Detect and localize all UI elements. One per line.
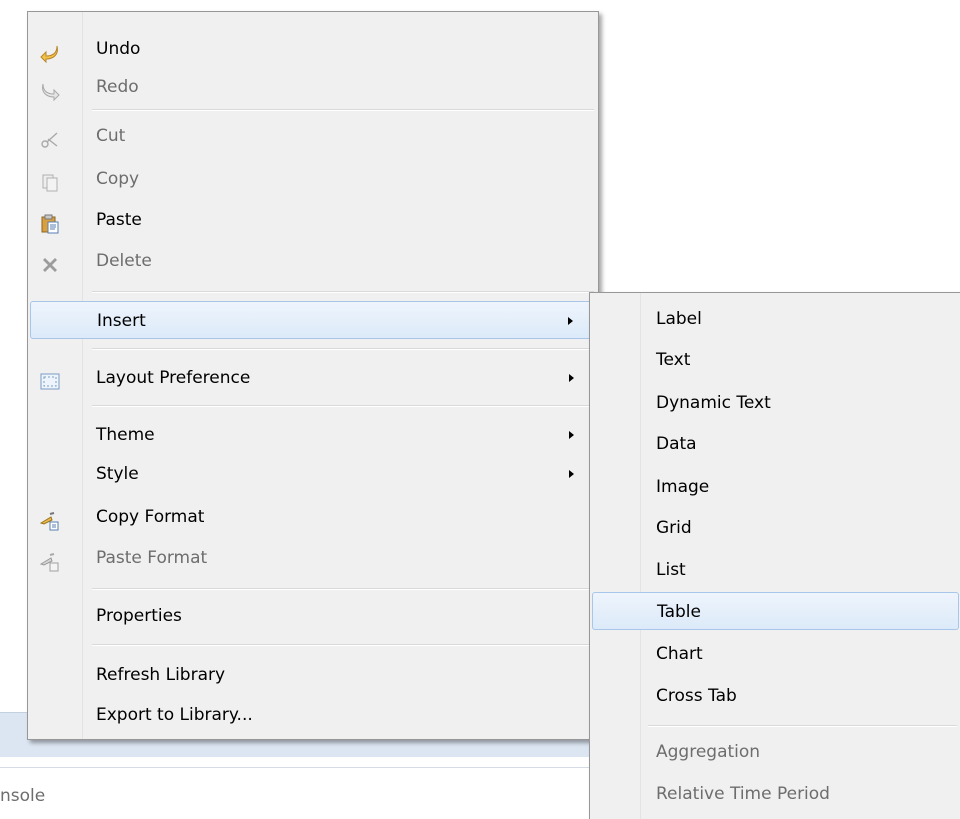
menu-item-label: Properties <box>96 606 182 626</box>
submenu-item-text: Text <box>656 350 691 370</box>
menu-item-label: Layout Preference <box>96 368 251 388</box>
undo-icon <box>40 39 60 64</box>
menu-item-label: Undo <box>96 39 141 59</box>
menu-separator <box>92 588 594 590</box>
submenu-item-text: Aggregation <box>656 742 761 762</box>
submenu-item-text-element[interactable]: Text <box>592 341 959 379</box>
menu-item-copy-format[interactable]: Copy Format <box>30 498 596 536</box>
submenu-item-table[interactable]: Table <box>592 592 959 630</box>
submenu-item-text: Data <box>656 434 697 454</box>
menu-item-label: Theme <box>96 425 155 445</box>
submenu-item-dynamic-text[interactable]: Dynamic Text <box>592 384 959 422</box>
menu-item-delete[interactable]: Delete <box>30 242 596 280</box>
redo-icon <box>40 77 60 102</box>
menu-separator <box>92 109 594 111</box>
submenu-item-cross-tab[interactable]: Cross Tab <box>592 677 959 715</box>
submenu-item-data[interactable]: Data <box>592 425 959 463</box>
submenu-item-text: Label <box>656 309 702 329</box>
paste-format-icon <box>39 548 60 572</box>
submenu-item-aggregation[interactable]: Aggregation <box>592 733 959 771</box>
menu-item-cut[interactable]: Cut <box>30 117 596 155</box>
menu-item-label: Insert <box>97 311 146 331</box>
submenu-item-text: Image <box>656 477 710 497</box>
menu-item-label: Copy Format <box>96 507 205 527</box>
menu-item-paste[interactable]: Paste <box>30 201 596 239</box>
menu-item-layout-preference[interactable]: Layout Preference <box>30 359 596 397</box>
menu-item-label: Paste Format <box>96 548 208 568</box>
menu-item-label: Copy <box>96 169 140 189</box>
submenu-item-relative-time-period[interactable]: Relative Time Period <box>592 775 959 813</box>
menu-item-label: Refresh Library <box>96 665 226 685</box>
menu-item-export-to-library[interactable]: Export to Library... <box>30 696 596 734</box>
menu-item-undo[interactable]: Undo <box>30 30 596 68</box>
submenu-item-grid[interactable]: Grid <box>592 509 959 547</box>
submenu-arrow-icon <box>569 431 574 439</box>
copy-icon <box>40 169 60 192</box>
menu-item-copy[interactable]: Copy <box>30 160 596 198</box>
submenu-item-text: List <box>656 560 686 580</box>
menu-separator <box>92 405 594 407</box>
menu-separator <box>92 644 594 646</box>
menu-item-label: Paste <box>96 210 142 230</box>
submenu-item-text: Chart <box>656 644 703 664</box>
layout-frame-icon <box>40 368 60 390</box>
menu-item-label: Redo <box>96 77 139 97</box>
submenu-item-text: Relative Time Period <box>656 784 830 804</box>
menu-separator <box>648 725 957 727</box>
menu-item-label: Style <box>96 464 139 484</box>
submenu-item-text: Dynamic Text <box>656 393 771 413</box>
submenu-item-text: Grid <box>656 518 692 538</box>
submenu-item-text: Table <box>657 602 701 622</box>
menu-item-properties[interactable]: Properties <box>30 597 596 635</box>
insert-submenu: Label Text Dynamic Text Data Image Grid … <box>589 292 960 819</box>
submenu-arrow-icon <box>569 470 574 478</box>
menu-separator <box>92 348 594 350</box>
delete-x-icon <box>40 251 60 272</box>
menu-item-label: Export to Library... <box>96 705 253 725</box>
menu-item-label: Cut <box>96 126 126 146</box>
clipboard-icon <box>40 210 60 234</box>
menu-item-redo[interactable]: Redo <box>30 68 596 106</box>
submenu-item-chart[interactable]: Chart <box>592 635 959 673</box>
menu-item-style[interactable]: Style <box>30 455 596 493</box>
submenu-item-text: Cross Tab <box>656 686 737 706</box>
menu-item-refresh-library[interactable]: Refresh Library <box>30 656 596 694</box>
submenu-item-list[interactable]: List <box>592 551 959 589</box>
submenu-item-image[interactable]: Image <box>592 468 959 506</box>
scissors-icon <box>40 126 60 148</box>
menu-item-label: Delete <box>96 251 152 271</box>
submenu-item-label[interactable]: Label <box>592 300 959 338</box>
menu-separator <box>92 291 594 293</box>
console-tab-label[interactable]: nsole <box>0 786 45 806</box>
menu-item-insert[interactable]: Insert <box>30 301 596 339</box>
submenu-arrow-icon <box>569 374 574 382</box>
submenu-arrow-icon <box>568 317 573 325</box>
menu-item-paste-format[interactable]: Paste Format <box>30 539 596 577</box>
menu-item-theme[interactable]: Theme <box>30 416 596 454</box>
copy-format-icon <box>39 507 60 531</box>
context-menu: Undo Redo Cut Copy Paste Delete Insert L… <box>27 11 599 740</box>
